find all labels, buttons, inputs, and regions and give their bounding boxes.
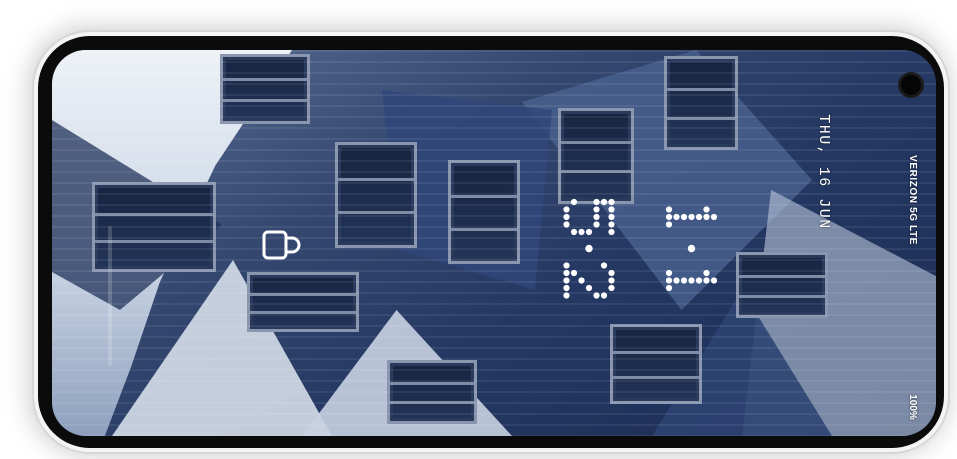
wallpaper-window <box>610 324 702 404</box>
clock-dot <box>578 228 585 236</box>
clock-dot <box>688 277 695 284</box>
clock-dot <box>665 213 673 221</box>
clock-separator-dot <box>585 244 593 253</box>
clock-dot <box>695 213 703 221</box>
clock-dot <box>695 277 703 284</box>
clock-dot <box>680 213 688 221</box>
wallpaper-window <box>448 160 520 264</box>
clock-dot <box>608 269 615 277</box>
date-label: THU, 16 JUN <box>815 114 832 230</box>
clock-dot <box>608 213 615 221</box>
clock-dot <box>608 284 615 292</box>
clock-dot <box>563 284 570 292</box>
clock-dot <box>570 228 578 236</box>
clock-dot <box>608 206 615 213</box>
clock-dot <box>563 269 570 277</box>
clock-dot <box>703 277 710 284</box>
clock-separator-dot <box>687 244 696 253</box>
wallpaper-window <box>247 272 359 332</box>
clock-dot <box>593 198 600 206</box>
clock-display <box>563 198 718 299</box>
clock-dot <box>600 262 608 269</box>
wallpaper-window <box>736 252 828 318</box>
clock-dot <box>563 221 570 228</box>
clock-dot <box>600 292 608 299</box>
clock-dot <box>710 213 718 221</box>
clock-dot <box>703 206 710 213</box>
clock-dot <box>608 198 615 206</box>
phone-mockup: 11 52 THU, 16 JUN VERIZON 5G LTE 100% <box>0 0 957 459</box>
clock-dot <box>608 277 615 284</box>
clock-dot <box>593 292 600 299</box>
clock-dot <box>578 277 585 284</box>
clock-dot <box>608 228 615 236</box>
clock-dot <box>665 284 673 292</box>
wallpaper-window <box>220 54 310 124</box>
clock-dot <box>563 262 570 269</box>
clock-dot <box>585 284 593 292</box>
lock-screen[interactable]: 11 52 THU, 16 JUN VERIZON 5G LTE 100% <box>52 50 936 436</box>
clock-dot <box>688 213 695 221</box>
clock-dot <box>563 213 570 221</box>
edge-indicator <box>108 226 112 366</box>
clock-dot <box>593 221 600 228</box>
clock-dot <box>673 277 680 284</box>
clock-dot <box>593 206 600 213</box>
clock-dot <box>608 221 615 228</box>
clock-dot <box>680 277 688 284</box>
clock-dot <box>665 277 673 284</box>
clock-dot <box>563 206 570 213</box>
battery-percentage: 100% <box>907 394 918 420</box>
clock-dot <box>600 198 608 206</box>
clock-dot <box>665 206 673 213</box>
clock-dot <box>673 213 680 221</box>
clock-dot <box>710 277 718 284</box>
clock-dot <box>703 213 710 221</box>
clock-dot <box>563 277 570 284</box>
wallpaper-window <box>664 56 738 150</box>
clock-dot <box>585 228 593 236</box>
clock-dot <box>703 269 710 277</box>
wallpaper-window <box>335 142 417 248</box>
clock-dot <box>665 221 673 228</box>
clock-dot <box>570 269 578 277</box>
front-camera <box>901 75 921 95</box>
wallpaper-window <box>387 360 477 424</box>
coffee-mug-icon[interactable] <box>261 228 303 262</box>
wallpaper-window <box>558 108 634 204</box>
clock-dot <box>563 292 570 299</box>
clock-dot <box>593 213 600 221</box>
clock-dot <box>665 269 673 277</box>
clock-digits <box>563 198 718 299</box>
carrier-label: VERIZON 5G LTE <box>907 155 918 245</box>
clock-dot <box>570 198 578 206</box>
